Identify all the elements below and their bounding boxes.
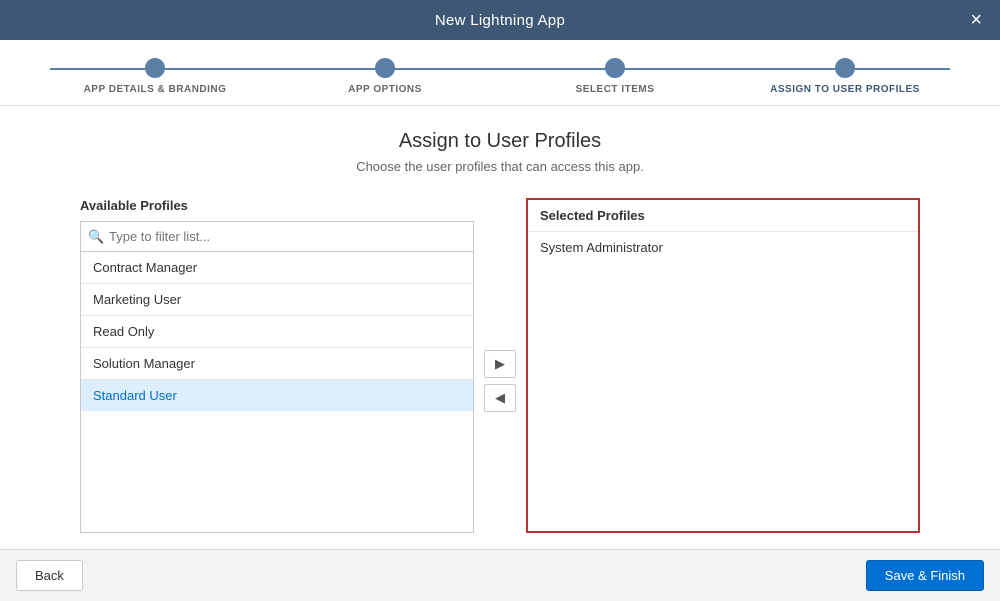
- profiles-area: Available Profiles 🔍 Contract Manager Ma…: [80, 198, 920, 533]
- main-content: Assign to User Profiles Choose the user …: [0, 106, 1000, 549]
- selected-profiles-list: System Administrator: [528, 232, 918, 531]
- step-label-3: SELECT ITEMS: [576, 84, 655, 95]
- available-panel: Available Profiles 🔍 Contract Manager Ma…: [80, 198, 474, 533]
- list-item[interactable]: Marketing User: [81, 284, 473, 316]
- app-title: New Lightning App: [435, 12, 565, 29]
- stepper: APP DETAILS & BRANDING APP OPTIONS SELEC…: [40, 58, 960, 95]
- search-icon: 🔍: [88, 229, 104, 245]
- step-label-4: ASSIGN TO USER PROFILES: [770, 84, 920, 95]
- close-button[interactable]: ×: [964, 6, 988, 34]
- step-app-options: APP OPTIONS: [270, 58, 500, 95]
- stepper-container: APP DETAILS & BRANDING APP OPTIONS SELEC…: [0, 40, 1000, 106]
- move-right-button[interactable]: ▶: [484, 350, 516, 378]
- step-circle-3: [605, 58, 625, 78]
- step-app-details: APP DETAILS & BRANDING: [40, 58, 270, 95]
- step-label-1: APP DETAILS & BRANDING: [84, 84, 227, 95]
- filter-input[interactable]: [80, 221, 474, 252]
- save-finish-button[interactable]: Save & Finish: [866, 560, 984, 591]
- list-item[interactable]: System Administrator: [528, 232, 918, 263]
- back-button[interactable]: Back: [16, 560, 83, 591]
- step-circle-1: [145, 58, 165, 78]
- list-item[interactable]: Solution Manager: [81, 348, 473, 380]
- move-left-button[interactable]: ◀: [484, 384, 516, 412]
- arrow-buttons: ▶ ◀: [474, 198, 526, 533]
- selected-panel: Selected Profiles System Administrator: [526, 198, 920, 533]
- selected-panel-box: Selected Profiles System Administrator: [526, 198, 920, 533]
- page-subtitle: Choose the user profiles that can access…: [80, 159, 920, 174]
- step-assign-profiles: ASSIGN TO USER PROFILES: [730, 58, 960, 95]
- selected-panel-title: Selected Profiles: [528, 200, 918, 232]
- step-circle-2: [375, 58, 395, 78]
- list-item[interactable]: Standard User: [81, 380, 473, 411]
- step-circle-4: [835, 58, 855, 78]
- step-select-items: SELECT ITEMS: [500, 58, 730, 95]
- step-label-2: APP OPTIONS: [348, 84, 422, 95]
- footer: Back Save & Finish: [0, 549, 1000, 601]
- available-panel-title: Available Profiles: [80, 198, 474, 213]
- list-item[interactable]: Contract Manager: [81, 252, 473, 284]
- title-bar: New Lightning App ×: [0, 0, 1000, 40]
- list-item[interactable]: Read Only: [81, 316, 473, 348]
- available-profiles-list: Contract Manager Marketing User Read Onl…: [80, 252, 474, 533]
- filter-wrapper: 🔍: [80, 221, 474, 252]
- page-title: Assign to User Profiles: [80, 130, 920, 153]
